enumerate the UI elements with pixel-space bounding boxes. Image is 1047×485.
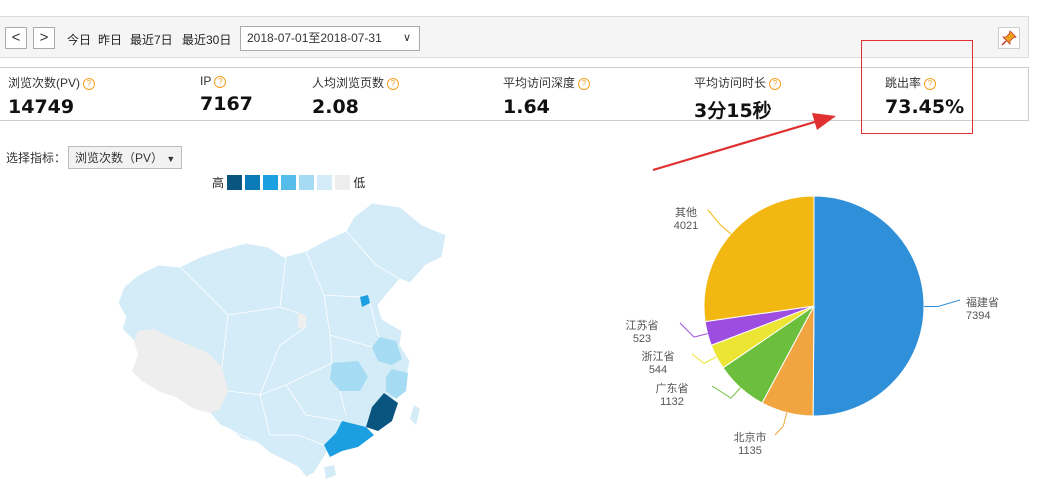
legend-swatch bbox=[281, 175, 297, 190]
stat-visit-depth: 平均访问深度? 1.64 bbox=[503, 74, 591, 118]
help-icon[interactable]: ? bbox=[578, 78, 591, 90]
help-icon[interactable]: ? bbox=[387, 78, 400, 90]
indicator-selector: 选择指标： 浏览次数（PV） ▼ bbox=[6, 146, 183, 169]
map-region-taiwan[interactable] bbox=[410, 405, 420, 425]
stat-visit-duration: 平均访问时长? 3分15秒 bbox=[694, 74, 782, 123]
range-yesterday-button[interactable]: 昨日 bbox=[98, 31, 122, 48]
map-legend: 高 低 bbox=[212, 174, 365, 191]
stat-label: IP bbox=[200, 74, 212, 88]
stat-label: 浏览次数(PV) bbox=[8, 76, 81, 90]
pie-slice[interactable] bbox=[812, 195, 925, 417]
pie-label-name: 北京市 bbox=[734, 430, 767, 444]
stat-value: 1.64 bbox=[503, 96, 550, 118]
legend-high-label: 高 bbox=[212, 176, 225, 190]
stat-value: 14749 bbox=[8, 96, 75, 118]
range-today-button[interactable]: 今日 bbox=[67, 31, 91, 48]
stat-pv: 浏览次数(PV)? 14749 bbox=[8, 74, 96, 118]
pie-label-name: 浙江省 bbox=[642, 350, 675, 363]
indicator-selected-value: 浏览次数（PV） bbox=[75, 151, 164, 165]
legend-low-label: 低 bbox=[353, 176, 366, 190]
legend-swatch bbox=[263, 175, 279, 190]
range-7days-button[interactable]: 最近7日 bbox=[130, 31, 173, 48]
legend-swatch bbox=[335, 175, 351, 190]
chevron-left-icon: < bbox=[11, 29, 21, 46]
range-30days-button[interactable]: 最近30日 bbox=[182, 31, 231, 48]
pie-label-value: 1132 bbox=[660, 396, 684, 408]
help-icon[interactable]: ? bbox=[83, 78, 96, 90]
pie-leader-line bbox=[774, 412, 788, 436]
legend-swatch bbox=[227, 175, 243, 190]
date-range-value: 2018-07-01至2018-07-31 bbox=[247, 31, 382, 45]
date-range-picker[interactable]: 2018-07-01至2018-07-31 ∨ bbox=[240, 26, 420, 51]
pie-leader-line bbox=[691, 353, 717, 364]
stat-label: 平均访问深度 bbox=[503, 76, 576, 90]
pie-label-name: 广东省 bbox=[656, 382, 689, 395]
pin-icon bbox=[1001, 30, 1017, 46]
stat-label: 平均访问时长 bbox=[694, 76, 767, 90]
chevron-down-icon: ∨ bbox=[402, 32, 411, 44]
pie-leader-line bbox=[711, 385, 741, 399]
caret-down-icon: ▼ bbox=[166, 154, 176, 164]
annotation-highlight-box bbox=[861, 40, 973, 134]
indicator-select[interactable]: 浏览次数（PV） ▼ bbox=[68, 146, 183, 169]
map-region-hainan[interactable] bbox=[324, 465, 336, 479]
pie-leader-line bbox=[923, 299, 961, 308]
next-button[interactable]: > bbox=[33, 27, 55, 49]
pie-leader-line bbox=[707, 209, 732, 235]
stat-value: 7167 bbox=[200, 93, 253, 115]
legend-swatch bbox=[245, 175, 261, 190]
stat-pages-per-user: 人均浏览页数? 2.08 bbox=[312, 74, 400, 118]
pin-button[interactable] bbox=[998, 27, 1020, 49]
pie-label-value: 7394 bbox=[966, 310, 990, 322]
pie-label-value: 523 bbox=[633, 333, 651, 345]
region-pie-chart: 福建省7394 北京市1135 广东省1132 浙江省544 江苏省523 其他4021 bbox=[626, 195, 999, 457]
pie-label-value: 544 bbox=[649, 364, 667, 376]
map-region-ningxia[interactable] bbox=[298, 313, 306, 329]
prev-button[interactable]: < bbox=[5, 27, 27, 49]
indicator-label: 选择指标： bbox=[6, 151, 67, 165]
pie-label-value: 1135 bbox=[738, 445, 762, 457]
chevron-right-icon: > bbox=[39, 29, 49, 46]
pie-label-name: 其他 bbox=[675, 206, 697, 219]
stat-value: 2.08 bbox=[312, 96, 359, 118]
legend-swatch bbox=[317, 175, 333, 190]
pie-label-name: 福建省 bbox=[966, 295, 999, 309]
pie-leader-line bbox=[679, 322, 708, 338]
stat-label: 人均浏览页数 bbox=[312, 76, 385, 90]
help-icon[interactable]: ? bbox=[769, 78, 782, 90]
pie-slice[interactable] bbox=[703, 195, 815, 323]
legend-swatch bbox=[299, 175, 315, 190]
pie-label-name: 江苏省 bbox=[626, 319, 659, 332]
china-map[interactable] bbox=[110, 195, 460, 485]
help-icon[interactable]: ? bbox=[214, 76, 227, 88]
stat-ip: IP? 7167 bbox=[200, 74, 253, 115]
pie-label-value: 4021 bbox=[674, 220, 698, 232]
stat-value: 3分15秒 bbox=[694, 100, 772, 122]
